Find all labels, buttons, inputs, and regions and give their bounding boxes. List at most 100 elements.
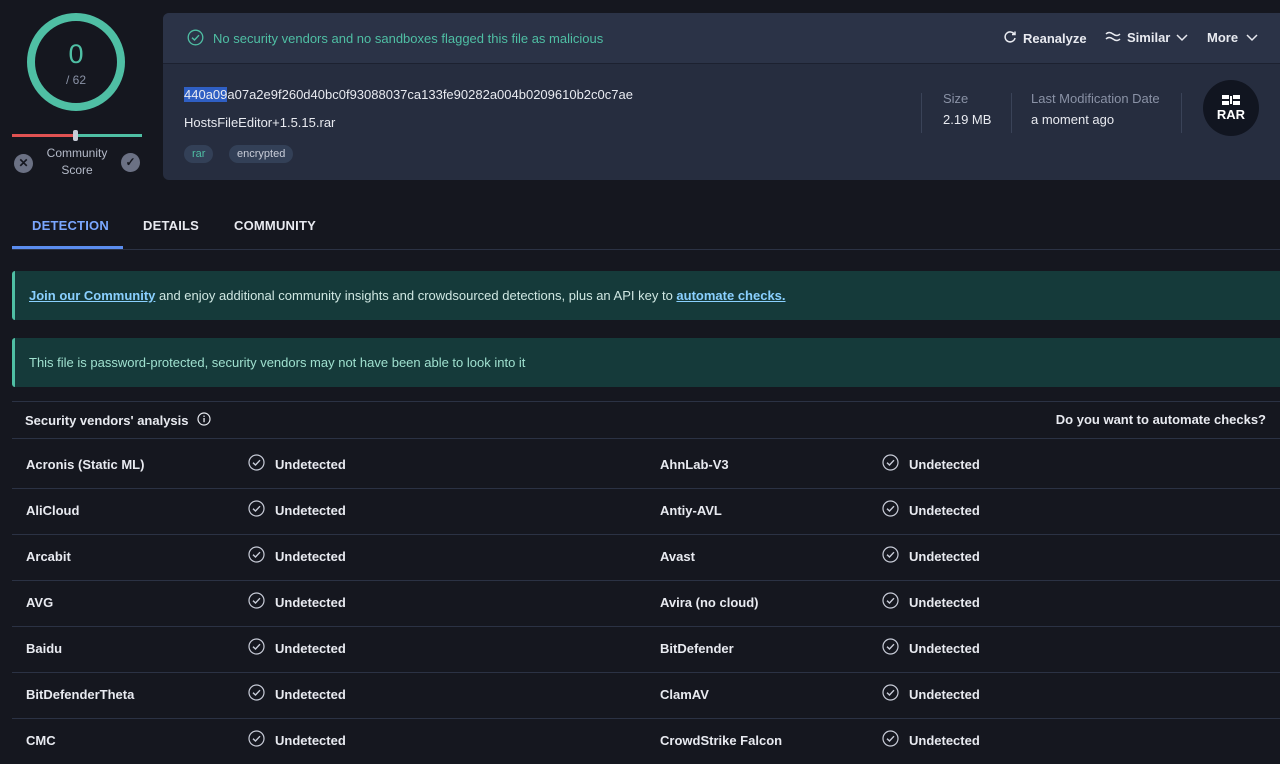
file-hash[interactable]: 440a09a07a2e9f260d40bc0f93088037ca133fe9…: [184, 87, 633, 102]
file-type-label: RAR: [1216, 107, 1246, 122]
result-label: Undetected: [909, 502, 980, 518]
more-button[interactable]: More: [1207, 30, 1258, 45]
similar-button[interactable]: Similar: [1105, 30, 1188, 45]
more-label: More: [1207, 30, 1239, 45]
vendor-result: Undetected: [248, 454, 346, 474]
table-row: CMC Undetected CrowdStrike Falcon Undetecte…: [12, 718, 1280, 764]
check-circle-icon: [882, 546, 899, 566]
info-icon[interactable]: [196, 412, 211, 429]
vendor-name: Avast: [660, 549, 695, 564]
status-bar: No security vendors and no sandboxes fla…: [163, 13, 1280, 64]
hash-selected-text: 440a09: [184, 87, 228, 102]
community-score-marker: [73, 130, 78, 141]
result-label: Undetected: [275, 548, 346, 564]
chevron-down-icon: [1176, 30, 1188, 45]
vendors-analysis-title: Security vendors' analysis: [25, 412, 211, 429]
password-protected-text: This file is password-protected, securit…: [29, 355, 526, 370]
check-circle-icon: [248, 500, 265, 520]
vendor-name: AhnLab-V3: [660, 457, 729, 472]
vendor-result: Undetected: [882, 592, 980, 612]
table-row: Baidu Undetected BitDefender Undetected: [12, 626, 1280, 672]
vendor-result: Undetected: [882, 730, 980, 750]
tabs-divider: [12, 249, 1280, 250]
file-name: HostsFileEditor+1.5.15.rar: [184, 115, 336, 130]
detection-score-ring: 0 / 62: [25, 11, 127, 113]
join-community-banner: Join our Community and enjoy additional …: [12, 271, 1280, 320]
last-modification-label: Last Modification Date: [1031, 91, 1160, 106]
tag-rar[interactable]: rar: [184, 145, 214, 163]
automate-checks-prompt[interactable]: Do you want to automate checks?: [1056, 412, 1266, 427]
file-summary-panel: No security vendors and no sandboxes fla…: [163, 13, 1280, 180]
detection-count: 0: [68, 39, 84, 69]
check-circle-icon: [248, 730, 265, 750]
vendor-result: Undetected: [248, 546, 346, 566]
vendor-result: Undetected: [248, 638, 346, 658]
vendor-result: Undetected: [882, 500, 980, 520]
result-label: Undetected: [909, 686, 980, 702]
check-circle-icon: [882, 500, 899, 520]
result-label: Undetected: [909, 456, 980, 472]
community-positive-bar: [78, 134, 142, 137]
result-label: Undetected: [275, 594, 346, 610]
check-circle-icon: [248, 684, 265, 704]
size-label: Size: [943, 91, 969, 106]
tab-details[interactable]: DETAILS: [143, 218, 199, 233]
result-label: Undetected: [275, 502, 346, 518]
vendor-name: Antiy-AVL: [660, 503, 722, 518]
result-label: Undetected: [909, 640, 980, 656]
result-label: Undetected: [275, 456, 346, 472]
reanalyze-icon: [1003, 30, 1017, 47]
vendor-name: Avira (no cloud): [660, 595, 759, 610]
vendor-name: BitDefenderTheta: [26, 687, 135, 702]
community-upvote-icon[interactable]: ✓: [121, 153, 140, 172]
check-circle-icon: [248, 546, 265, 566]
tab-detection[interactable]: DETECTION: [32, 218, 109, 233]
status-message: No security vendors and no sandboxes fla…: [213, 31, 604, 46]
community-negative-bar: [12, 134, 74, 137]
table-row: Arcabit Undetected Avast Undetected: [12, 534, 1280, 580]
vendor-result: Undetected: [882, 546, 980, 566]
reanalyze-button[interactable]: Reanalyze: [1003, 30, 1087, 47]
table-row: AVG Undetected Avira (no cloud) Undetected: [12, 580, 1280, 626]
table-row: BitDefenderTheta Undetected ClamAV Undetect…: [12, 672, 1280, 718]
result-label: Undetected: [909, 548, 980, 564]
vendor-result: Undetected: [248, 592, 346, 612]
table-row: AliCloud Undetected Antiy-AVL Undetected: [12, 488, 1280, 534]
check-circle-icon: [882, 730, 899, 750]
community-score-label: Community Score: [36, 145, 118, 179]
similar-label: Similar: [1127, 30, 1171, 45]
result-label: Undetected: [275, 640, 346, 656]
reanalyze-label: Reanalyze: [1023, 31, 1087, 46]
vendor-result: Undetected: [248, 730, 346, 750]
check-circle-icon: [248, 454, 265, 474]
hash-rest-text: a07a2e9f260d40bc0f93088037ca133fe90282a0…: [227, 87, 633, 102]
vendor-name: AliCloud: [26, 503, 80, 518]
check-circle-icon: [882, 454, 899, 474]
vendor-result: Undetected: [882, 454, 980, 474]
join-community-link[interactable]: Join our Community: [29, 288, 155, 303]
chevron-down-icon: [1246, 30, 1258, 45]
check-circle-icon: [248, 592, 265, 612]
vendor-name: BitDefender: [660, 641, 734, 656]
vendor-name: AVG: [26, 595, 54, 610]
vendors-table-header: Security vendors' analysis Do you want t…: [12, 401, 1280, 439]
vendor-name: Acronis (Static ML): [26, 457, 145, 472]
table-row: Acronis (Static ML) Undetected AhnLab-V3 Un…: [12, 443, 1280, 488]
community-score-bar: [12, 130, 142, 141]
vendor-result: Undetected: [248, 500, 346, 520]
tag-encrypted[interactable]: encrypted: [229, 145, 294, 163]
last-modification-value: a moment ago: [1031, 112, 1115, 127]
community-downvote-icon[interactable]: ✕: [14, 154, 33, 173]
vendor-name: Baidu: [26, 641, 63, 656]
password-protected-banner: This file is password-protected, securit…: [12, 338, 1280, 387]
tab-community[interactable]: COMMUNITY: [234, 218, 316, 233]
vendors-analysis-label: Security vendors' analysis: [25, 413, 189, 428]
vendor-name: CrowdStrike Falcon: [660, 733, 783, 748]
check-circle-icon: [187, 29, 204, 49]
vendor-result: Undetected: [248, 684, 346, 704]
community-label-line2: Score: [61, 163, 93, 177]
check-circle-icon: [882, 684, 899, 704]
automate-checks-link[interactable]: automate checks.: [676, 288, 785, 303]
rar-file-icon: RAR: [1203, 80, 1259, 136]
vendor-result: Undetected: [882, 638, 980, 658]
